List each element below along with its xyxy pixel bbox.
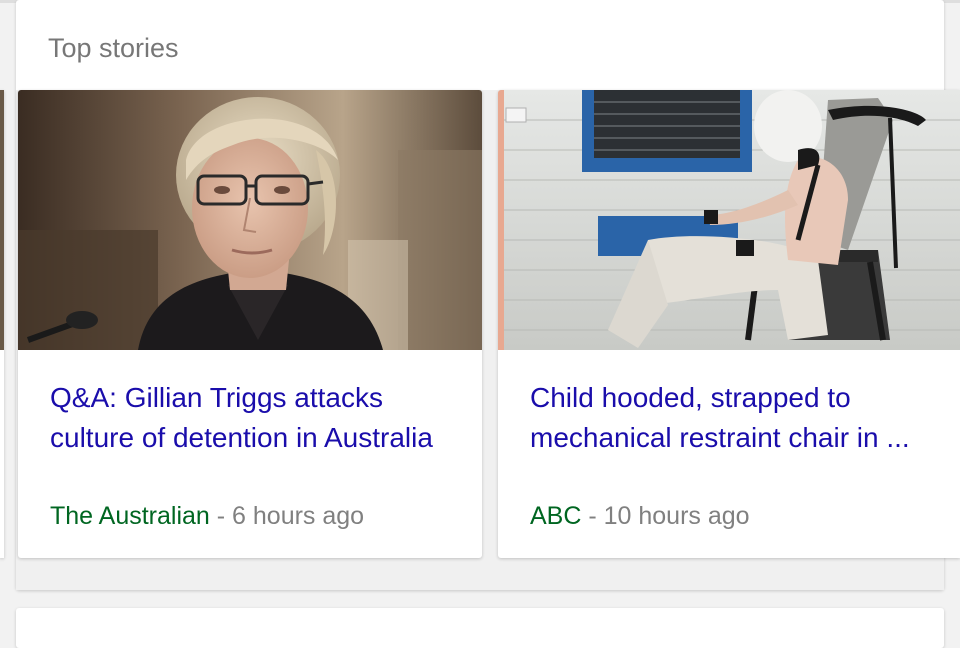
story-photo-1 (18, 90, 482, 350)
meta-separator-1: - (209, 502, 233, 530)
story-headline-1[interactable]: Q&A: Gillian Triggs attacks culture of d… (50, 378, 460, 458)
section-title: Top stories (48, 33, 179, 63)
story-headline-2[interactable]: Child hooded, strapped to mechanical res… (530, 378, 940, 458)
story-photo-2 (498, 90, 960, 350)
story-card-1[interactable]: Q&A: Gillian Triggs attacks culture of d… (18, 90, 482, 558)
next-result-card (16, 608, 944, 648)
story-thumbnail-2[interactable] (498, 90, 960, 350)
previous-story-thumbnail (0, 90, 4, 350)
story-meta-1: The Australian - 6 hours ago (50, 500, 364, 532)
story-meta-2: ABC - 10 hours ago (530, 500, 750, 532)
story-source-2: ABC (530, 502, 582, 530)
previous-story-card-edge[interactable] (0, 90, 4, 558)
story-card-2[interactable]: Child hooded, strapped to mechanical res… (498, 90, 960, 558)
meta-separator-2: - (581, 502, 604, 530)
story-thumbnail-1[interactable] (18, 90, 482, 350)
story-time-1: 6 hours ago (232, 502, 365, 530)
story-source-1: The Australian (50, 502, 210, 530)
story-time-2: 10 hours ago (603, 502, 750, 530)
